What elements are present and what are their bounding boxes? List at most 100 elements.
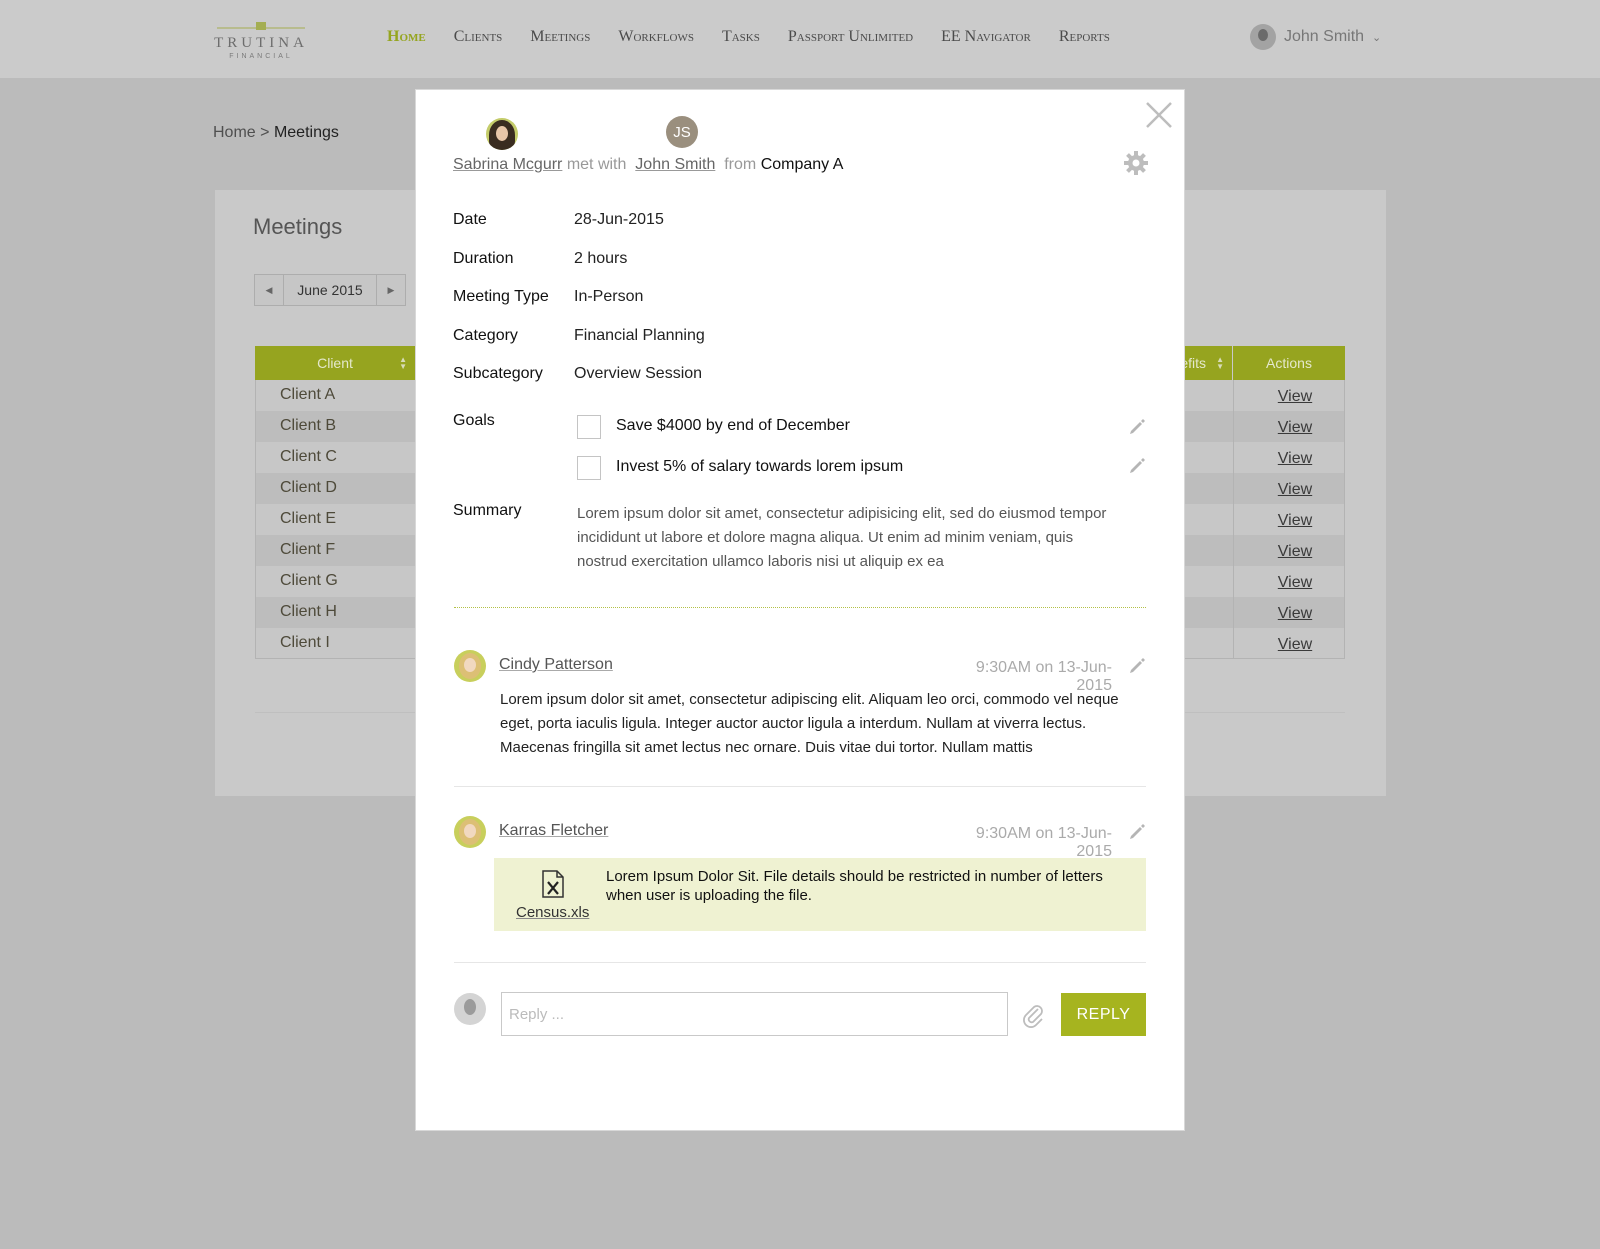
reply-input[interactable] (501, 992, 1008, 1036)
commenter-avatar[interactable] (454, 650, 486, 682)
breadcrumb-current: Meetings (273, 124, 339, 141)
goals-label: Goals (453, 412, 495, 429)
comment-author[interactable]: Cindy Patterson (499, 656, 613, 674)
chevron-down-icon: ⌄ (1372, 31, 1382, 44)
view-link[interactable]: View (1263, 512, 1327, 530)
client-name[interactable]: Client C (280, 448, 337, 466)
excel-file-icon[interactable] (540, 870, 566, 898)
client-name[interactable]: Client B (280, 417, 336, 435)
view-link[interactable]: View (1263, 574, 1327, 592)
from-text: from (724, 156, 757, 173)
goal-checkbox[interactable] (577, 415, 601, 439)
guest-avatar[interactable]: JS (666, 116, 698, 148)
guest-name-link[interactable]: John Smith (635, 156, 715, 173)
attachment-file-name[interactable]: Census.xls (516, 904, 589, 921)
column-header-actions: Actions (1233, 346, 1345, 380)
pencil-icon[interactable] (1128, 457, 1146, 475)
close-icon[interactable] (1143, 99, 1175, 131)
client-name[interactable]: Client E (280, 510, 336, 528)
summary-label: Summary (453, 502, 522, 519)
pencil-icon[interactable] (1128, 823, 1146, 841)
summary-text: Lorem ipsum dolor sit amet, consectetur … (577, 505, 1107, 570)
goal-text: Save $4000 by end of December (616, 417, 850, 434)
comment-divider (454, 962, 1146, 963)
view-link[interactable]: View (1263, 450, 1327, 468)
category-label: Category (453, 327, 518, 344)
page-title: Meetings (253, 214, 343, 239)
client-name[interactable]: Client I (280, 634, 330, 652)
sort-icon[interactable]: ▲ ▼ (1216, 356, 1224, 371)
breadcrumb-separator: > (260, 124, 270, 141)
nav-workflows[interactable]: Workflows (618, 28, 694, 52)
view-link[interactable]: View (1263, 605, 1327, 623)
client-name[interactable]: Client A (280, 386, 335, 404)
nav-home[interactable]: Home (387, 28, 426, 52)
month-navigator: ◀ June 2015 ▶ (254, 274, 406, 306)
breadcrumb-home[interactable]: Home (213, 124, 256, 141)
meeting-participants: Sabrina Mcgurr met with John Smith from … (453, 156, 843, 174)
company-name: Company A (760, 156, 844, 173)
view-link[interactable]: View (1263, 388, 1327, 406)
meeting-detail-modal (415, 89, 1185, 1131)
nav-tasks[interactable]: Tasks (722, 28, 760, 52)
view-link[interactable]: View (1263, 419, 1327, 437)
host-name-link[interactable]: Sabrina Mcgurr (453, 156, 562, 173)
nav-reports[interactable]: Reports (1059, 28, 1110, 52)
section-divider (454, 607, 1146, 608)
nav-clients[interactable]: Clients (454, 28, 503, 52)
column-header-client-label: Client (317, 355, 353, 371)
client-name[interactable]: Client F (280, 541, 335, 559)
next-month-button[interactable]: ▶ (377, 275, 405, 305)
duration-label: Duration (453, 250, 514, 267)
column-divider (1233, 566, 1234, 597)
user-name: John Smith (1284, 28, 1365, 45)
column-divider (1233, 597, 1234, 628)
trutina-logo[interactable]: TRUTINA FINANCIAL (213, 18, 309, 62)
date-label: Date (453, 211, 487, 228)
paperclip-icon[interactable] (1021, 1003, 1047, 1029)
comment-timestamp: 9:30AM on 13-Jun-2015 (975, 825, 1112, 860)
prev-month-button[interactable]: ◀ (255, 275, 283, 305)
category-value: Financial Planning (574, 327, 705, 344)
column-header-client[interactable]: Client ▲ ▼ (255, 346, 415, 380)
comment-body: Lorem ipsum dolor sit amet, consectetur … (500, 691, 1119, 756)
column-header-actions-label: Actions (1266, 355, 1312, 371)
date-value: 28-Jun-2015 (574, 211, 664, 228)
goal-checkbox[interactable] (577, 456, 601, 480)
reply-button[interactable]: REPLY (1061, 993, 1146, 1036)
user-menu[interactable]: John Smith ⌄ (1250, 24, 1381, 50)
client-name[interactable]: Client D (280, 479, 337, 497)
view-link[interactable]: View (1263, 543, 1327, 561)
comment-divider (454, 786, 1146, 787)
host-avatar[interactable] (486, 118, 518, 150)
commenter-avatar[interactable] (454, 816, 486, 848)
subcategory-value: Overview Session (574, 365, 703, 382)
logo-tagline: FINANCIAL (229, 53, 293, 60)
meeting-type-value: In-Person (574, 288, 644, 305)
column-divider (1233, 380, 1234, 411)
column-divider (1233, 473, 1234, 504)
nav-meetings[interactable]: Meetings (530, 28, 590, 52)
user-avatar (1250, 24, 1276, 50)
pencil-icon[interactable] (1128, 418, 1146, 436)
column-divider (1233, 535, 1234, 566)
nav-passport-unlimited[interactable]: Passport Unlimited (788, 28, 913, 52)
top-navigation-bar: TRUTINA FINANCIAL Home Clients Meetings … (0, 0, 1600, 78)
met-with-text: met with (566, 156, 627, 173)
client-name[interactable]: Client H (280, 603, 337, 621)
logo-wordmark: TRUTINA (214, 35, 308, 51)
duration-value: 2 hours (574, 250, 628, 267)
main-nav: Home Clients Meetings Workflows Tasks Pa… (373, 28, 1124, 52)
comment-author[interactable]: Karras Fletcher (499, 822, 608, 840)
nav-ee-navigator[interactable]: EE Navigator (941, 28, 1031, 52)
column-divider (1233, 442, 1234, 473)
view-link[interactable]: View (1263, 636, 1327, 654)
gear-icon[interactable] (1123, 150, 1149, 176)
sort-icon[interactable]: ▲ ▼ (399, 356, 407, 371)
subcategory-label: Subcategory (453, 365, 543, 382)
breadcrumb: Home > Meetings (213, 124, 339, 142)
view-link[interactable]: View (1263, 481, 1327, 499)
pencil-icon[interactable] (1128, 657, 1146, 675)
current-month: June 2015 (283, 275, 377, 305)
client-name[interactable]: Client G (280, 572, 338, 590)
